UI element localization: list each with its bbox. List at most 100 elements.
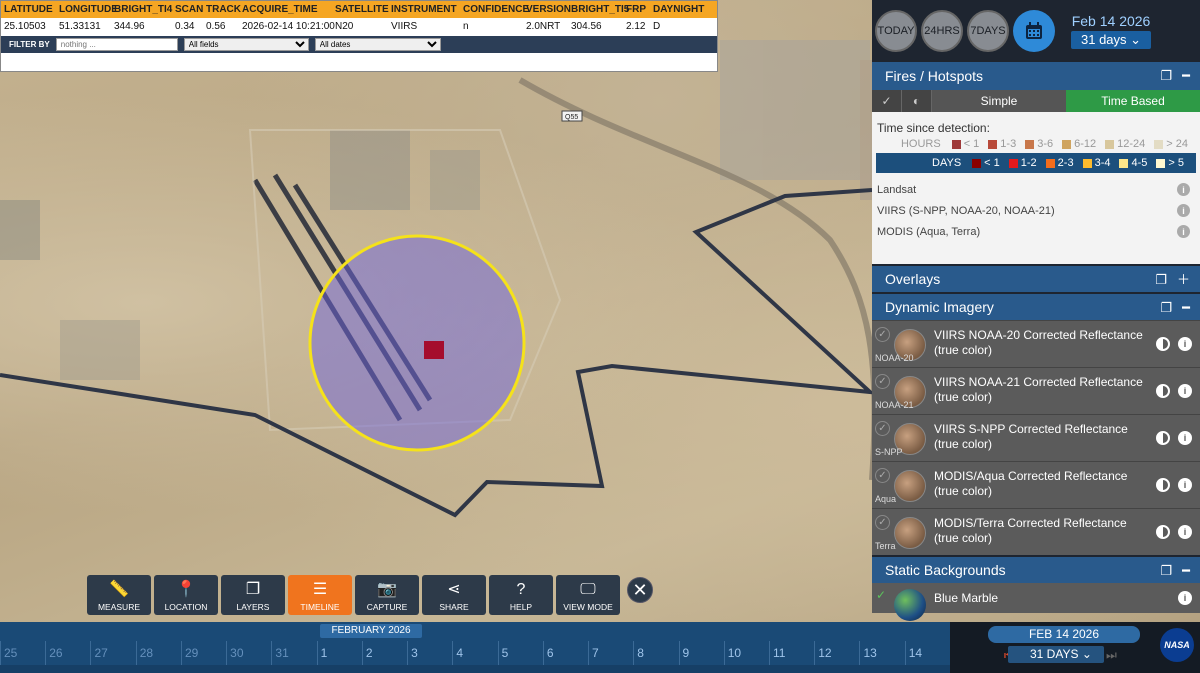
layer-item[interactable]: ✓ Terra MODIS/Terra Corrected Reflectanc…: [872, 508, 1200, 555]
time-based-mode-button[interactable]: Time Based: [1066, 90, 1200, 112]
column-header[interactable]: TRACK: [203, 1, 241, 18]
column-header[interactable]: LONGITUDE: [56, 1, 118, 18]
minus-icon[interactable]: ━: [1182, 564, 1190, 578]
timeline-day[interactable]: 25: [0, 641, 45, 665]
check-icon[interactable]: ✓: [875, 374, 890, 389]
contrast-icon[interactable]: ◐: [902, 90, 932, 112]
timeline-day[interactable]: 8: [633, 641, 678, 665]
detection-radius[interactable]: [308, 234, 526, 452]
capture-button[interactable]: 📷 CAPTURE: [355, 575, 419, 615]
column-header[interactable]: DAYNIGHT: [650, 1, 705, 18]
view-mode-button[interactable]: 🖵 VIEW MODE: [556, 575, 620, 615]
static-backgrounds-header[interactable]: Static Backgrounds ❐ ━: [872, 555, 1200, 583]
timeline-day[interactable]: 6: [542, 641, 588, 665]
table-row[interactable]: 25.10503 51.33131 344.96 0.34 0.56 2026-02-14…: [1, 18, 717, 36]
layer-item[interactable]: ✓ S-NPP VIIRS S-NPP Corrected Reflectanc…: [872, 414, 1200, 461]
opacity-icon[interactable]: [1156, 431, 1170, 445]
column-header[interactable]: FRP: [623, 1, 650, 18]
opacity-icon[interactable]: [1156, 337, 1170, 351]
selected-date[interactable]: Feb 14 2026 31 days ⌄: [1071, 13, 1152, 49]
minus-icon[interactable]: ━: [1182, 69, 1190, 83]
check-icon[interactable]: ✓: [876, 588, 886, 602]
check-icon[interactable]: ✓: [875, 421, 890, 436]
check-icon[interactable]: ✓: [875, 468, 890, 483]
column-header[interactable]: VERSION: [523, 1, 571, 18]
dynamic-imagery-header[interactable]: Dynamic Imagery ❐ ━: [872, 292, 1200, 320]
step-forward-icon[interactable]: ⏭: [1106, 648, 1117, 663]
column-header[interactable]: INSTRUMENT: [388, 1, 460, 18]
info-icon[interactable]: i: [1178, 384, 1192, 398]
collapse-icon[interactable]: ❐: [1161, 301, 1173, 315]
info-icon[interactable]: i: [1178, 525, 1192, 539]
timeline-day[interactable]: 4: [452, 641, 497, 665]
timeline-day[interactable]: 1: [316, 641, 362, 665]
help-button[interactable]: ? HELP: [489, 575, 553, 615]
field-select[interactable]: All fields: [183, 38, 309, 51]
timeline-button[interactable]: ☰ TIMELINE: [288, 575, 352, 615]
check-icon[interactable]: ✓: [875, 515, 890, 530]
timeline-day[interactable]: 14: [904, 641, 950, 665]
layer-item[interactable]: ✓ NOAA-21 VIIRS NOAA-21 Corrected Reflec…: [872, 367, 1200, 414]
timeline-day[interactable]: 29: [180, 641, 226, 665]
layer-item[interactable]: ✓ Aqua MODIS/Aqua Corrected Reflectance …: [872, 461, 1200, 508]
timeline-date[interactable]: FEB 14 2026: [988, 626, 1140, 643]
layer-item[interactable]: ✓ NOAA-20 VIIRS NOAA-20 Corrected Reflec…: [872, 320, 1200, 367]
simple-mode-button[interactable]: Simple: [932, 90, 1066, 112]
timeline-day[interactable]: 9: [678, 641, 724, 665]
nasa-logo[interactable]: NASA: [1160, 628, 1194, 662]
layers-button[interactable]: ❐ LAYERS: [221, 575, 285, 615]
timeline-range-dropdown[interactable]: 31 DAYS ⌄: [1008, 646, 1104, 663]
timeline-day[interactable]: 11: [768, 641, 814, 665]
info-icon[interactable]: i: [1177, 204, 1190, 217]
timeline-day[interactable]: 26: [45, 641, 90, 665]
info-icon[interactable]: i: [1178, 591, 1192, 605]
opacity-icon[interactable]: [1156, 384, 1170, 398]
column-header[interactable]: BRIGHT_TI5: [568, 1, 629, 18]
share-button[interactable]: ⋖ SHARE: [422, 575, 486, 615]
column-header[interactable]: LATITUDE: [1, 1, 56, 18]
timeline-day[interactable]: 5: [497, 641, 543, 665]
timeline-day[interactable]: 27: [90, 641, 135, 665]
info-icon[interactable]: i: [1177, 183, 1190, 196]
minus-icon[interactable]: ━: [1182, 301, 1190, 315]
fire-hotspot[interactable]: [424, 341, 444, 359]
timeline-day[interactable]: 7: [588, 641, 633, 665]
info-icon[interactable]: i: [1177, 225, 1190, 238]
check-icon[interactable]: ✓: [875, 327, 890, 342]
fires-section-header[interactable]: Fires / Hotspots ❐ ━: [872, 62, 1200, 90]
collapse-icon[interactable]: ❐: [1155, 273, 1167, 287]
timeline-day[interactable]: 3: [407, 641, 452, 665]
calendar-button[interactable]: [1013, 10, 1055, 52]
7days-button[interactable]: 7DAYS: [967, 10, 1009, 52]
timeline-day[interactable]: 12: [814, 641, 859, 665]
plus-icon[interactable]: ＋: [1177, 273, 1190, 287]
collapse-icon[interactable]: ❐: [1161, 564, 1173, 578]
close-toolbar-button[interactable]: ✕: [627, 577, 653, 603]
date-select[interactable]: All dates: [314, 38, 441, 51]
opacity-icon[interactable]: [1156, 478, 1170, 492]
range-dropdown[interactable]: 31 days ⌄: [1071, 31, 1152, 49]
column-header[interactable]: CONFIDENCE: [460, 1, 529, 18]
timeline-day[interactable]: 2: [361, 641, 407, 665]
background-layer-item[interactable]: ✓ Blue Marble i: [872, 583, 1200, 621]
overlays-section-header[interactable]: Overlays ❐ ＋: [872, 264, 1200, 292]
timeline-day[interactable]: 10: [723, 641, 769, 665]
timeline-day[interactable]: 30: [226, 641, 271, 665]
column-header[interactable]: SCAN: [172, 1, 203, 18]
column-header[interactable]: BRIGHT_TI4: [111, 1, 172, 18]
measure-button[interactable]: 📏 MEASURE: [87, 575, 151, 615]
opacity-icon[interactable]: [1156, 525, 1170, 539]
timeline-day[interactable]: 13: [859, 641, 904, 665]
info-icon[interactable]: i: [1178, 431, 1192, 445]
collapse-icon[interactable]: ❐: [1161, 69, 1173, 83]
timeline-day[interactable]: 31: [271, 641, 316, 665]
column-header[interactable]: ACQUIRE_TIME: [239, 1, 332, 18]
timeline[interactable]: FEBRUARY 2026 25 26 27 28 29 30 31 1 2 3 4 5 6 7 8 9 10 1…: [0, 622, 950, 673]
timeline-day[interactable]: 28: [135, 641, 181, 665]
24hrs-button[interactable]: 24HRS: [921, 10, 963, 52]
check-icon[interactable]: ✓: [872, 90, 902, 112]
info-icon[interactable]: i: [1178, 478, 1192, 492]
column-header[interactable]: SATELLITE: [332, 1, 389, 18]
location-button[interactable]: 📍 LOCATION: [154, 575, 218, 615]
timeline-track[interactable]: [0, 665, 950, 673]
